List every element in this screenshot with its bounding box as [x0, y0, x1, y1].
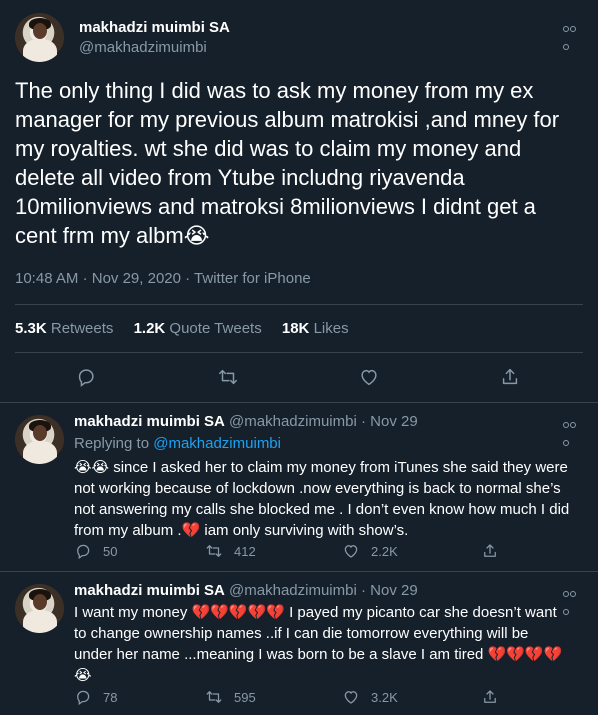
tweet-text-line: delete all video from Ytube includng riy…	[15, 165, 465, 190]
retweets-stat[interactable]: 5.3K Retweets	[15, 320, 113, 337]
like-count: 2.2K	[371, 543, 398, 559]
divider	[15, 352, 583, 353]
share-icon	[484, 544, 496, 557]
reply-icon[interactable]	[75, 366, 97, 388]
share-icon	[484, 690, 496, 703]
retweet-button[interactable]: 412	[205, 541, 256, 561]
tweet-text: The only thing I did was to ask my money…	[15, 76, 583, 250]
author-name[interactable]: makhadzi muimbi SA	[74, 413, 225, 430]
like-button[interactable]: 2.2K	[342, 541, 398, 561]
like-icon	[344, 691, 358, 704]
tweet-source[interactable]: Twitter for iPhone	[194, 270, 311, 287]
like-button[interactable]: 3.2K	[342, 687, 398, 707]
tweet-stats: 5.3K Retweets 1.2K Quote Tweets 18K Like…	[15, 320, 365, 337]
tweet-time[interactable]: 10:48 AM	[15, 270, 78, 287]
divider	[15, 304, 583, 305]
reply-tweet[interactable]: makhadzi muimbi SA @makhadzimuimbi · Nov…	[0, 572, 598, 715]
retweet-icon[interactable]	[217, 366, 239, 388]
reply-text-line: to change ownership names ..if I can die…	[74, 625, 529, 642]
avatar[interactable]	[15, 584, 64, 633]
tweet-actions	[0, 366, 598, 390]
main-tweet-header: makhadzi muimbi SA @makhadzimuimbi	[15, 13, 583, 63]
quotes-count: 1.2K	[133, 320, 166, 337]
quotes-label: Quote Tweets	[169, 320, 262, 337]
tweet-text-line: The only thing I did was to ask my money…	[15, 78, 534, 103]
author-name[interactable]: makhadzi muimbi SA	[74, 582, 225, 599]
tweet-date[interactable]: Nov 29	[370, 582, 418, 599]
retweet-icon	[206, 691, 222, 703]
reply-count: 50	[103, 543, 118, 559]
replying-to-handle[interactable]: @makhadzimuimbi	[153, 435, 281, 452]
share-button[interactable]	[481, 687, 510, 707]
tweet-date[interactable]: Nov 29, 2020	[92, 270, 181, 287]
reply-text-line: 😭	[74, 667, 92, 684]
reply-tweet[interactable]: makhadzi muimbi SA @makhadzimuimbi · Nov…	[0, 403, 598, 571]
tweet-text-line: my royalties. wt she did was to claim my…	[15, 136, 522, 161]
reply-count: 78	[103, 689, 118, 705]
author-handle[interactable]: @makhadzimuimbi	[79, 39, 207, 56]
retweet-count: 595	[234, 689, 256, 705]
tweet-date[interactable]: Nov 29	[370, 413, 418, 430]
likes-stat[interactable]: 18K Likes	[282, 320, 349, 337]
retweet-icon	[206, 545, 222, 557]
avatar[interactable]	[15, 415, 64, 464]
reply-header: makhadzi muimbi SA @makhadzimuimbi · Nov…	[74, 582, 418, 599]
author-name[interactable]: makhadzi muimbi SA	[79, 19, 230, 36]
author-handle[interactable]: @makhadzimuimbi	[229, 582, 357, 599]
reply-icon	[77, 690, 90, 706]
more-icon[interactable]	[563, 415, 581, 446]
retweet-button[interactable]: 595	[205, 687, 256, 707]
reply-actions: 50 412 2.2K	[74, 541, 504, 561]
likes-count: 18K	[281, 320, 310, 337]
more-icon[interactable]	[563, 584, 581, 615]
reply-text: I want my money 💔💔💔💔💔 I payed my picanto…	[74, 602, 584, 686]
retweets-count: 5.3K	[15, 320, 47, 337]
replying-to-label: Replying to	[74, 435, 150, 452]
like-count: 3.2K	[371, 689, 398, 705]
reply-icon	[77, 544, 90, 560]
avatar[interactable]	[15, 13, 64, 62]
reply-text-line: under her name ...meaning I was born to …	[74, 646, 563, 663]
retweets-label: Retweets	[50, 320, 114, 337]
tweet-text-line: manager for my previous album matrokisi …	[15, 107, 560, 132]
more-icon[interactable]	[563, 19, 581, 50]
reply-text-line: not answering my calls she blocked me . …	[74, 501, 570, 518]
reply-header: makhadzi muimbi SA @makhadzimuimbi · Nov…	[74, 413, 418, 430]
like-icon	[344, 545, 358, 558]
reply-text-line: from my album .💔 iam only surviving with…	[74, 522, 409, 539]
reply-text-line: 😭😭 since I asked her to claim my money f…	[74, 459, 568, 476]
tweet-meta: 10:48 AM · Nov 29, 2020 · Twitter for iP…	[15, 270, 311, 287]
quote-tweets-stat[interactable]: 1.2K Quote Tweets	[134, 320, 262, 337]
author-handle[interactable]: @makhadzimuimbi	[229, 413, 357, 430]
retweet-count: 412	[234, 543, 256, 559]
like-icon[interactable]	[358, 366, 380, 388]
replying-to: Replying to @makhadzimuimbi	[74, 435, 281, 452]
likes-label: Likes	[313, 320, 349, 337]
reply-actions: 78 595 3.2K	[74, 687, 504, 707]
reply-button[interactable]: 50	[74, 541, 117, 561]
tweet-text-line: 10milionviews and matroksi 8milionviews …	[15, 194, 536, 219]
share-button[interactable]	[481, 541, 510, 561]
reply-text-line: I want my money 💔💔💔💔💔 I payed my picanto…	[74, 604, 557, 621]
reply-text-line: not working because of lockdown .now eve…	[74, 480, 561, 497]
tweet-text-line: cent frm my albm😭	[15, 223, 210, 248]
share-icon[interactable]	[499, 366, 521, 388]
reply-button[interactable]: 78	[74, 687, 117, 707]
reply-text: 😭😭 since I asked her to claim my money f…	[74, 457, 584, 541]
